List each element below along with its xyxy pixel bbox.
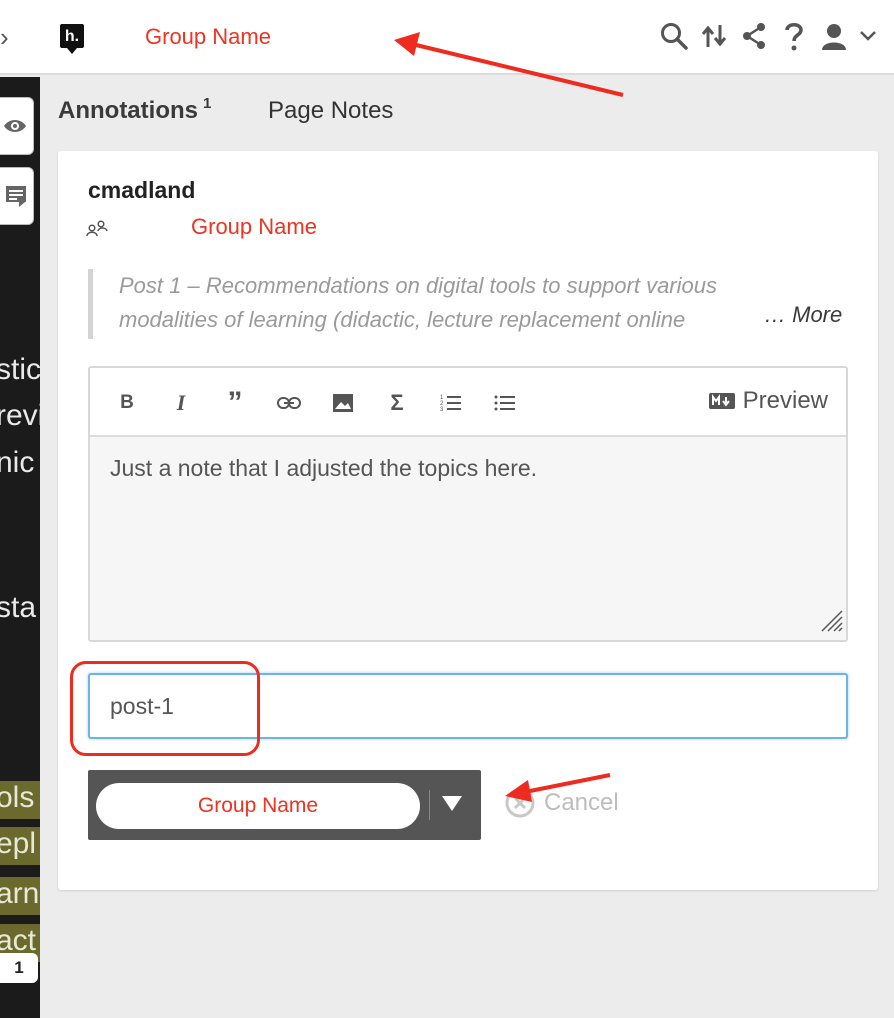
quote-text: Post 1 – Recommendations on digital tool… [119, 273, 717, 332]
annotation-textarea[interactable]: Just a note that I adjusted the topics h… [90, 437, 846, 640]
page-text-fragment: sta [0, 591, 37, 624]
logo-text: h. [64, 28, 80, 45]
post-button-divider [429, 790, 430, 820]
italic-icon[interactable]: I [166, 388, 196, 418]
image-icon[interactable] [328, 388, 358, 418]
numbered-list-icon[interactable]: 123 [436, 388, 466, 418]
show-highlights-button[interactable] [0, 97, 34, 155]
chevron-down-icon[interactable] [856, 18, 880, 54]
sort-icon[interactable] [696, 18, 732, 54]
bullet-list-icon[interactable] [490, 388, 520, 418]
math-icon[interactable]: Σ [382, 388, 412, 418]
page-notes-button[interactable] [0, 167, 34, 225]
page-text-fragment: nic [0, 446, 35, 479]
page-text-fragment: stic [0, 353, 40, 386]
search-icon[interactable] [656, 18, 692, 54]
notes-icon [6, 186, 26, 207]
highlight[interactable]: arn [0, 877, 40, 915]
chevron-down-icon[interactable] [442, 796, 462, 811]
cancel-icon [505, 788, 535, 818]
highlighted-text: arn [0, 877, 40, 910]
markdown-editor: B I ” Σ 123 Preview Just a note that I a… [88, 366, 848, 642]
group-name-label[interactable]: Group Name [145, 24, 271, 50]
cancel-button[interactable]: Cancel [504, 787, 619, 819]
tab-annotations-count: 1 [202, 95, 212, 112]
annotation-group-name[interactable]: Group Name [191, 214, 317, 240]
top-bar: › h. Group Name [0, 0, 894, 75]
share-icon[interactable] [736, 18, 772, 54]
cancel-label: Cancel [544, 789, 619, 816]
annotation-count-badge[interactable]: 1 [0, 953, 38, 983]
h-logo-icon[interactable]: h. [60, 24, 84, 54]
annotation-quote: Post 1 – Recommendations on digital tool… [88, 269, 848, 339]
help-icon[interactable] [776, 18, 812, 54]
link-icon[interactable] [274, 388, 304, 418]
username[interactable]: cmadland [88, 177, 195, 204]
tab-page-notes[interactable]: Page Notes [268, 97, 393, 125]
user-icon[interactable] [816, 18, 852, 54]
preview-label: Preview [742, 387, 828, 414]
chevron-right-icon[interactable]: › [0, 22, 9, 53]
markdown-icon [708, 393, 735, 409]
more-link[interactable]: … More [760, 302, 843, 328]
tab-annotations[interactable]: Annotations 1 [58, 95, 212, 125]
eye-icon [4, 120, 26, 132]
highlighted-text: ols [0, 781, 35, 814]
highlight[interactable]: epl [0, 827, 40, 865]
page-content-strip: stic revi nic sta ols epl arn act 1 [0, 77, 40, 1018]
bold-icon[interactable]: B [112, 388, 142, 418]
page-text-fragment: revi [0, 399, 40, 432]
post-to-group-button: Group Name [88, 770, 481, 840]
annotation-card: cmadland Group Name Post 1 – Recommendat… [58, 151, 878, 890]
quote-icon[interactable]: ” [220, 386, 250, 419]
resize-handle-icon[interactable] [818, 607, 844, 638]
group-icon [86, 219, 108, 242]
svg-text:3: 3 [440, 407, 444, 413]
post-button[interactable]: Group Name [96, 783, 420, 829]
preview-button[interactable]: Preview [708, 387, 828, 415]
highlighted-text: epl [0, 827, 37, 860]
editor-toolbar: B I ” Σ 123 Preview [90, 368, 846, 437]
highlight-box-annotation [70, 661, 260, 756]
highlight[interactable]: ols [0, 781, 40, 819]
top-icons [656, 18, 880, 54]
tab-annotations-label: Annotations [58, 97, 198, 124]
